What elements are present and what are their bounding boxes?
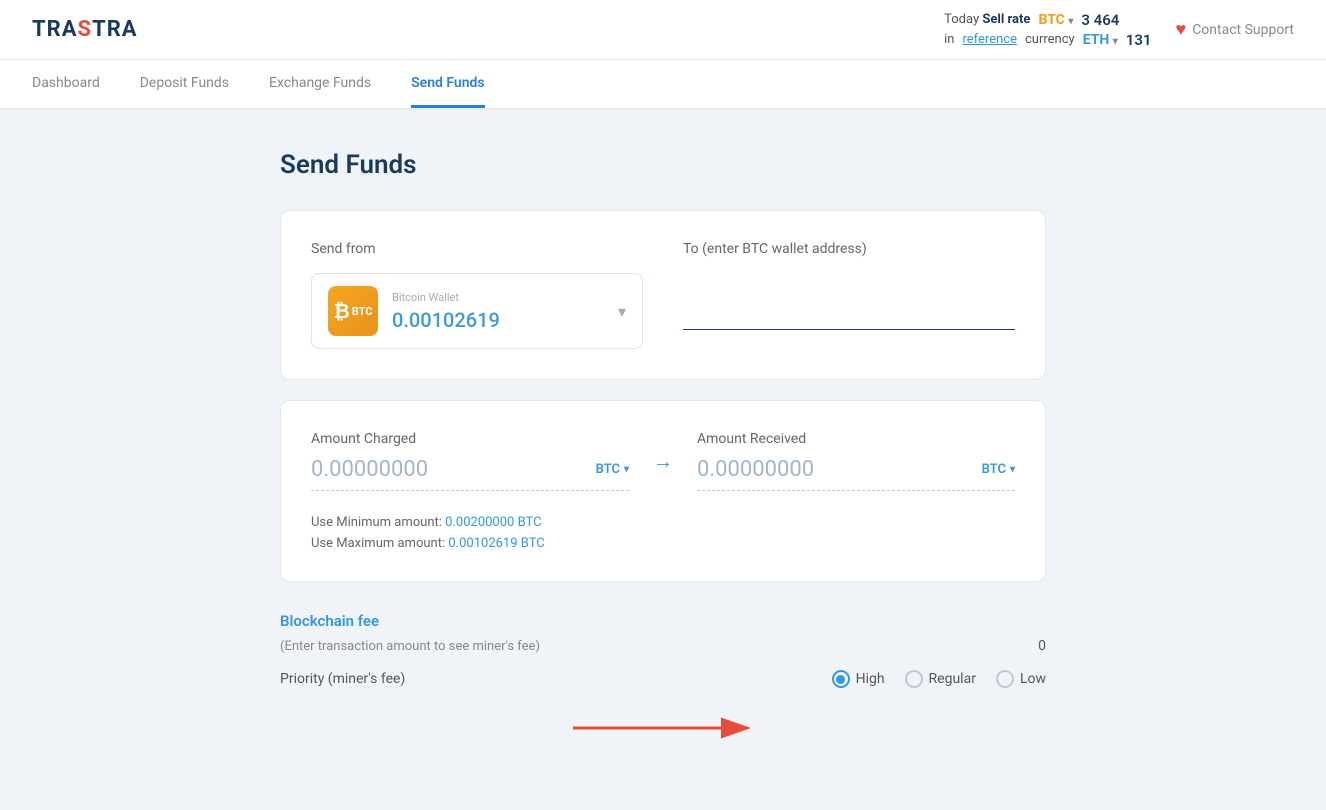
navigation: Dashboard Deposit Funds Exchange Funds S… — [0, 60, 1326, 110]
reference-link[interactable]: reference — [962, 32, 1017, 47]
btc-currency-select[interactable]: BTC ▾ — [1038, 12, 1073, 28]
amount-charged-input-row: 0.00000000 BTC ▾ — [311, 457, 629, 491]
logo-part2: TRA — [92, 17, 138, 42]
priority-low-label: Low — [1020, 671, 1046, 687]
logo: TRASTRA — [32, 17, 138, 42]
priority-row: Priority (miner's fee) High Regular Low — [280, 670, 1046, 688]
amount-charged-value: 0.00000000 — [311, 457, 596, 482]
sell-rate-box: Today Sell rate BTC ▾ 3 464 in reference… — [944, 11, 1151, 49]
priority-regular-label: Regular — [929, 671, 976, 687]
priority-regular[interactable]: Regular — [905, 670, 976, 688]
chevron-down-icon-2: ▾ — [1010, 464, 1015, 475]
min-label: Use Minimum amount: — [311, 515, 442, 530]
main-content: Send Funds Send from ₿ BTC Bitcoin Walle… — [0, 110, 1326, 798]
arrow-annotation — [280, 708, 1046, 748]
sell-rate-label: Today Sell rate — [944, 12, 1030, 27]
wallet-icon: ₿ BTC — [328, 286, 378, 336]
send-row: Send from ₿ BTC Bitcoin Wallet 0.0010261… — [311, 241, 1015, 349]
contact-support-label: Contact Support — [1192, 22, 1294, 38]
btc-rate-value: 3 464 — [1081, 11, 1119, 29]
eth-rate-value: 131 — [1126, 31, 1152, 49]
wallet-selector[interactable]: ₿ BTC Bitcoin Wallet 0.00102619 ▾ — [311, 273, 643, 349]
wallet-info: Bitcoin Wallet 0.00102619 — [392, 291, 604, 332]
amount-charged-currency[interactable]: BTC ▾ — [596, 462, 629, 477]
send-to-column: To (enter BTC wallet address) — [683, 241, 1015, 330]
address-input-wrap — [683, 273, 1015, 330]
arrow-right-icon: → — [653, 449, 673, 474]
max-amount-row: Use Maximum amount: 0.00102619 BTC — [311, 536, 1015, 551]
max-amount-link[interactable]: 0.00102619 BTC — [448, 536, 544, 551]
logo-highlight: S — [78, 17, 93, 42]
send-from-column: Send from ₿ BTC Bitcoin Wallet 0.0010261… — [311, 241, 643, 349]
send-from-to-card: Send from ₿ BTC Bitcoin Wallet 0.0010261… — [280, 210, 1046, 380]
blockchain-fee-title: Blockchain fee — [280, 612, 1046, 630]
amount-charged-col: Amount Charged 0.00000000 BTC ▾ — [311, 431, 629, 491]
chevron-down-icon: ▾ — [624, 464, 629, 475]
nav-item-deposit[interactable]: Deposit Funds — [140, 75, 229, 108]
wallet-balance: 0.00102619 — [392, 308, 604, 332]
priority-high[interactable]: High — [832, 670, 885, 688]
radio-high[interactable] — [832, 670, 850, 688]
contact-support-button[interactable]: ♥ Contact Support — [1176, 19, 1295, 40]
min-amount-link[interactable]: 0.00200000 BTC — [445, 515, 541, 530]
header: TRASTRA Today Sell rate BTC ▾ 3 464 in r… — [0, 0, 1326, 60]
nav-item-exchange[interactable]: Exchange Funds — [269, 75, 371, 108]
priority-radio-group: High Regular Low — [832, 670, 1046, 688]
blockchain-fee-section: Blockchain fee (Enter transaction amount… — [280, 602, 1046, 758]
priority-low[interactable]: Low — [996, 670, 1046, 688]
radio-low[interactable] — [996, 670, 1014, 688]
address-input[interactable] — [683, 297, 1015, 330]
wallet-ticker: BTC — [352, 305, 373, 318]
nav-item-send[interactable]: Send Funds — [411, 75, 485, 108]
wallet-type: Bitcoin Wallet — [392, 291, 604, 304]
wallet-dropdown-arrow[interactable]: ▾ — [618, 302, 626, 321]
send-to-label: To (enter BTC wallet address) — [683, 241, 1015, 257]
priority-high-label: High — [856, 671, 885, 687]
amount-received-value: 0.00000000 — [697, 457, 982, 482]
header-right: Today Sell rate BTC ▾ 3 464 in reference… — [944, 11, 1294, 49]
fee-value: 0 — [1038, 638, 1046, 654]
max-label: Use Maximum amount: — [311, 536, 445, 551]
priority-label: Priority (miner's fee) — [280, 671, 405, 687]
amount-received-label: Amount Received — [697, 431, 1015, 447]
currency-text: currency — [1025, 32, 1075, 47]
amount-row: Amount Charged 0.00000000 BTC ▾ → Amount… — [311, 431, 1015, 491]
fee-description-row: (Enter transaction amount to see miner's… — [280, 638, 1046, 654]
amount-received-input-row: 0.00000000 BTC ▾ — [697, 457, 1015, 491]
nav-item-dashboard[interactable]: Dashboard — [32, 75, 100, 108]
amount-received-currency[interactable]: BTC ▾ — [982, 462, 1015, 477]
heart-icon: ♥ — [1176, 19, 1187, 40]
eth-currency-select[interactable]: ETH ▾ — [1083, 32, 1118, 48]
page-title: Send Funds — [280, 150, 1046, 180]
min-max-row: Use Minimum amount: 0.00200000 BTC Use M… — [311, 515, 1015, 551]
red-arrow-svg — [563, 708, 763, 748]
amount-charged-label: Amount Charged — [311, 431, 629, 447]
min-amount-row: Use Minimum amount: 0.00200000 BTC — [311, 515, 1015, 530]
radio-regular[interactable] — [905, 670, 923, 688]
amount-received-col: Amount Received 0.00000000 BTC ▾ — [697, 431, 1015, 491]
in-text: in — [944, 32, 954, 47]
send-from-label: Send from — [311, 241, 643, 257]
fee-description-text: (Enter transaction amount to see miner's… — [280, 639, 540, 654]
amount-card: Amount Charged 0.00000000 BTC ▾ → Amount… — [280, 400, 1046, 582]
logo-part1: TRA — [32, 17, 78, 42]
